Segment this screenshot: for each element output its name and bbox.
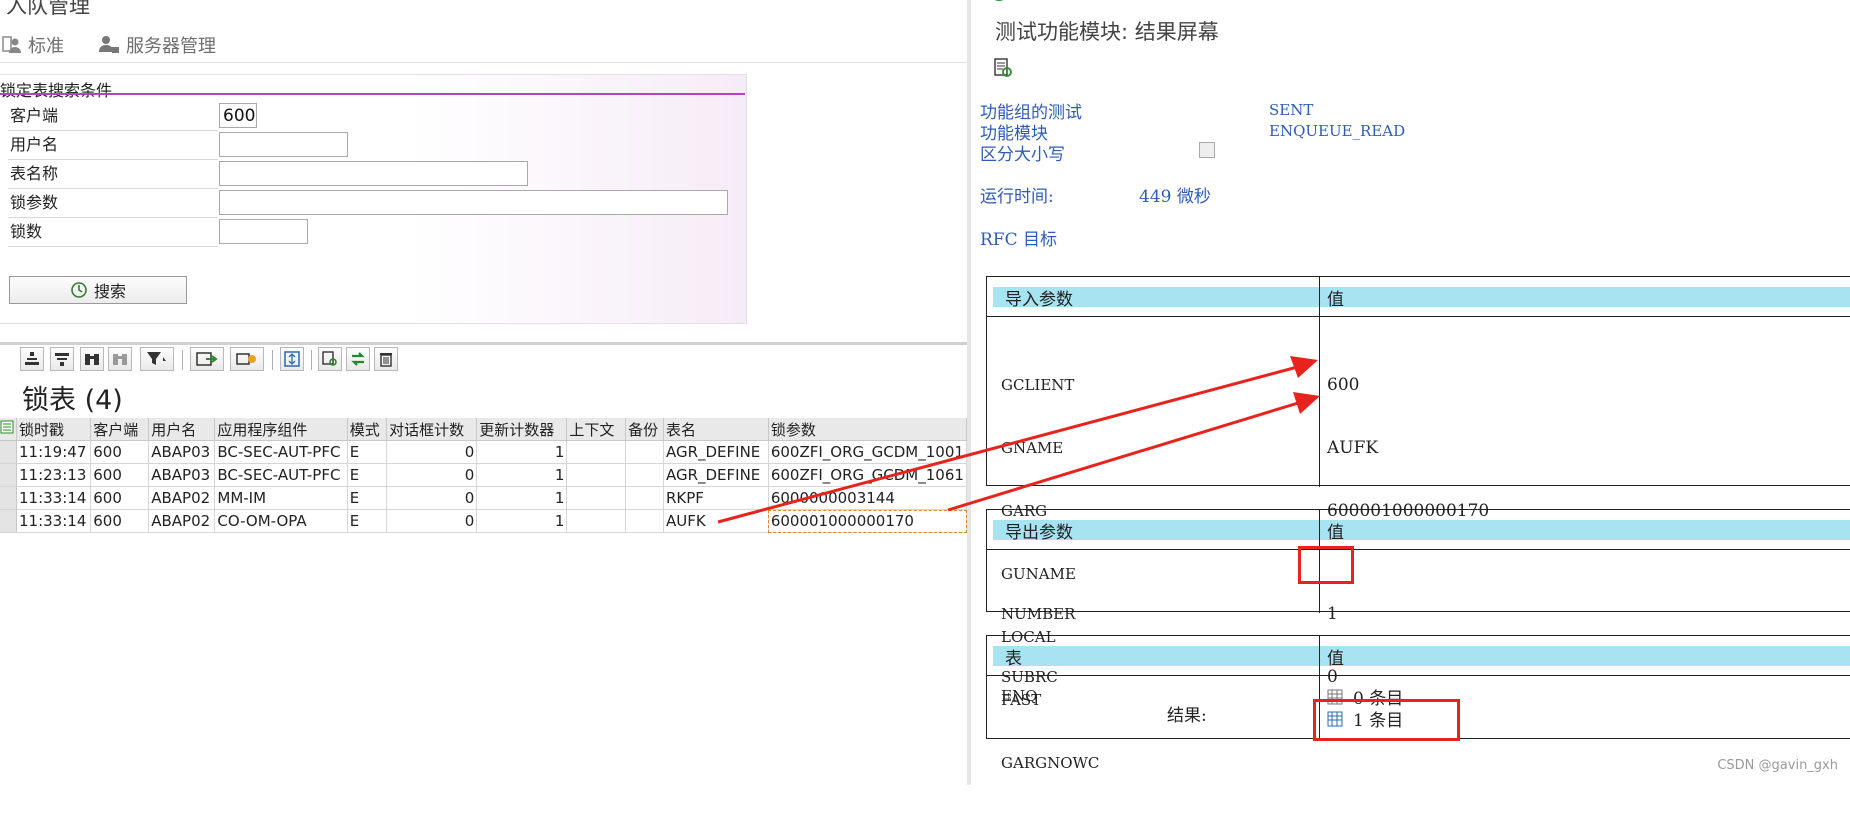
arrow-table-name-head bbox=[1290, 356, 1318, 378]
arrow-lock-argument bbox=[947, 398, 1309, 512]
arrow-lock-argument-head bbox=[1293, 392, 1320, 414]
arrow-table-name bbox=[717, 363, 1306, 524]
annotation-arrows bbox=[717, 356, 1320, 524]
